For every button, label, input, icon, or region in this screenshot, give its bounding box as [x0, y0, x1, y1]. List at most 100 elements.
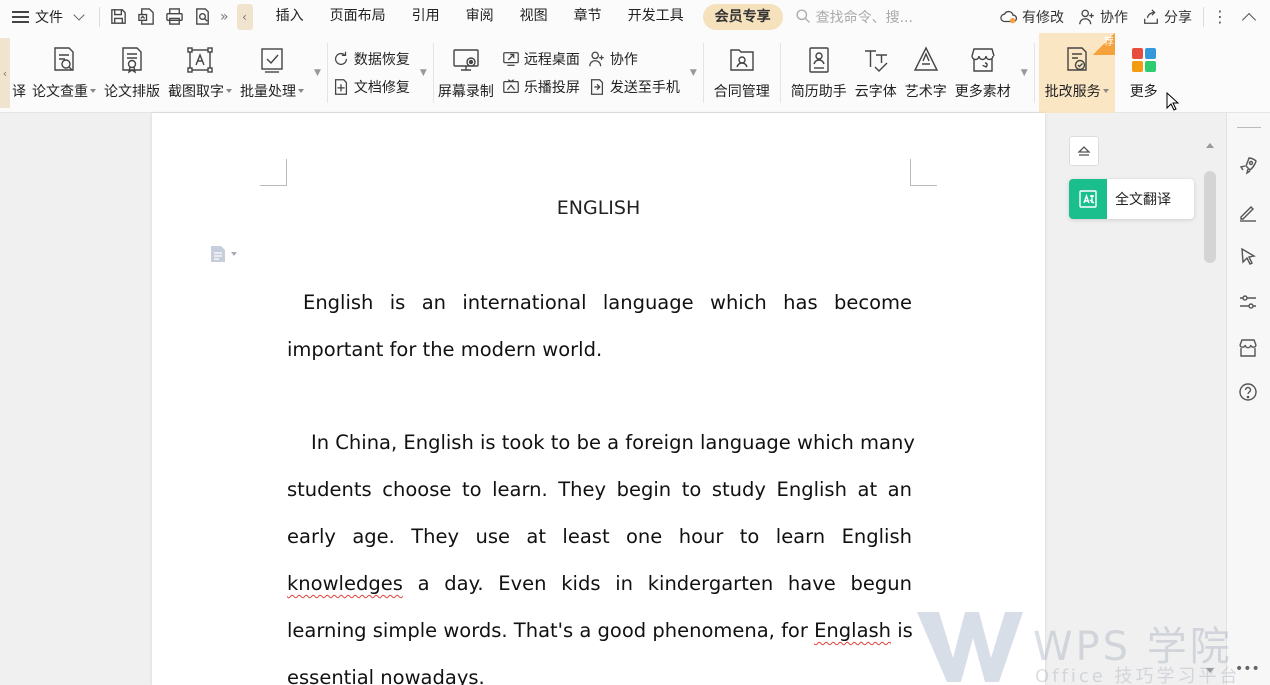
- print-icon[interactable]: [160, 3, 188, 31]
- help-icon[interactable]: [1237, 381, 1259, 403]
- file-menu[interactable]: 文件: [0, 0, 95, 33]
- group-expand-icon[interactable]: ▼: [690, 68, 697, 78]
- vertical-scrollbar[interactable]: [1201, 113, 1221, 685]
- paragraph-2[interactable]: In China, English is took to be a foreig…: [287, 419, 915, 685]
- pointer-icon[interactable]: [1237, 246, 1259, 268]
- screen-record-button[interactable]: 屏幕录制: [434, 33, 498, 113]
- send-phone-label: 发送至手机: [609, 80, 680, 96]
- paragraph-1-line-1: English is an international language whi…: [303, 291, 912, 314]
- resume-button[interactable]: 简历助手: [781, 33, 851, 113]
- more-apps-button[interactable]: 更多: [1115, 33, 1159, 113]
- dropdown-arrow-icon: [231, 252, 237, 256]
- share-button[interactable]: 分享: [1135, 7, 1199, 27]
- tab-insert[interactable]: 插入: [263, 0, 317, 33]
- collapse-ribbon-icon[interactable]: [1241, 12, 1257, 27]
- art-text-label: 艺术字: [904, 84, 947, 100]
- wps-logo-icon: [917, 612, 1023, 682]
- scroll-up-arrow[interactable]: [1206, 143, 1214, 148]
- group-expand-icon[interactable]: ▼: [1021, 68, 1028, 78]
- cast-icon: [503, 79, 519, 94]
- document-title[interactable]: ENGLISH: [152, 197, 1045, 219]
- batch-process-button[interactable]: 批量处理: [236, 33, 308, 113]
- modified-label: 有修改: [1022, 9, 1064, 26]
- print-preview-icon[interactable]: [188, 3, 216, 31]
- paragraph-1[interactable]: English is an international language whi…: [287, 279, 912, 373]
- eject-icon: [1077, 146, 1091, 156]
- document-page[interactable]: ENGLISH English is an international lang…: [152, 113, 1045, 685]
- remote-desktop-button[interactable]: 远程桌面: [502, 49, 580, 69]
- paragraph-2-line-3: early age. They use at least one hour to…: [287, 525, 912, 548]
- modified-status-button[interactable]: 有修改: [993, 7, 1071, 27]
- spelling-error-word[interactable]: Englash: [814, 619, 891, 642]
- cast-screen-button[interactable]: 乐播投屏: [502, 77, 580, 97]
- paper-check-button[interactable]: 论文查重: [28, 33, 100, 113]
- ribbon-scroll-left[interactable]: ‹: [0, 38, 10, 108]
- tab-page-layout[interactable]: 页面布局: [317, 0, 399, 33]
- group-expand-icon[interactable]: ▼: [314, 68, 321, 78]
- tab-vip[interactable]: 会员专享: [702, 3, 783, 30]
- tab-section[interactable]: 章节: [561, 0, 615, 33]
- dropdown-arrow-icon: [226, 89, 232, 93]
- more-assets-button[interactable]: 更多素材: [951, 33, 1015, 113]
- scrollbar-thumb[interactable]: [1204, 171, 1216, 263]
- assets-shop-icon[interactable]: [1237, 337, 1259, 359]
- send-phone-icon: [590, 79, 603, 95]
- paragraph-2-line-5-a: learning simple words. That's a good phe…: [287, 619, 815, 642]
- export-pdf-icon[interactable]: [132, 3, 160, 31]
- translate-label: 全文翻译: [1115, 192, 1171, 208]
- document-area[interactable]: ENGLISH English is an international lang…: [0, 113, 1226, 685]
- paragraph-layout-handle[interactable]: [210, 245, 237, 263]
- settings-sliders-icon[interactable]: [1237, 291, 1259, 313]
- user-add-icon: [589, 51, 604, 67]
- paper-layout-icon: [122, 47, 142, 74]
- send-phone-button[interactable]: 发送至手机: [588, 77, 680, 97]
- search-icon: [796, 9, 810, 23]
- group-expand-icon[interactable]: ▼: [420, 68, 427, 78]
- recover-icon: [334, 51, 347, 65]
- collapse-panel-button[interactable]: [1069, 136, 1099, 166]
- pen-icon[interactable]: [1237, 201, 1259, 223]
- margin-marker-top-left: [260, 159, 287, 186]
- tab-review[interactable]: 审阅: [453, 0, 507, 33]
- tab-developer[interactable]: 开发工具: [615, 0, 697, 33]
- collaborate-button[interactable]: 协作: [1071, 7, 1135, 27]
- tab-view[interactable]: 视图: [507, 0, 561, 33]
- paragraph-2-line-6: essential nowadays.: [287, 666, 485, 685]
- command-search[interactable]: 查找命令、搜...: [795, 7, 955, 27]
- art-text-button[interactable]: 艺术字: [901, 33, 951, 113]
- save-icon[interactable]: [104, 3, 132, 31]
- share-label: 分享: [1164, 9, 1192, 26]
- more-quick-actions[interactable]: »: [220, 9, 229, 25]
- contract-button[interactable]: 合同管理: [704, 33, 780, 113]
- ocr-icon: [187, 47, 213, 73]
- correction-service-button[interactable]: 荐 批改服务: [1038, 33, 1115, 113]
- ribbon-collab-button[interactable]: 协作: [588, 49, 680, 69]
- paper-layout-button[interactable]: 论文排版: [100, 33, 164, 113]
- tabs-scroll-left[interactable]: ‹: [236, 3, 253, 30]
- cloud-font-button[interactable]: 云字体: [851, 33, 901, 113]
- paragraph-1-line-2: important for the modern world.: [287, 338, 603, 361]
- ribbon-toolbar: ‹ 译 论文查重 论文排版 截图取字 批量处理 ▼ 数据恢复 文档修复 ▼ 屏幕…: [0, 33, 1270, 113]
- wps-academy-watermark: WPS 学院 Office 技巧学习平台: [915, 608, 1245, 685]
- dropdown-arrow-icon: [1102, 89, 1109, 93]
- spelling-error-word[interactable]: knowledges: [287, 572, 403, 595]
- translate-partial-button[interactable]: 译: [10, 33, 28, 113]
- correction-icon: [1066, 47, 1087, 71]
- rocket-icon[interactable]: [1237, 155, 1259, 177]
- contract-icon: [730, 49, 754, 71]
- paragraph-2-line-5: learning simple words. That's a good phe…: [287, 607, 913, 654]
- screenshot-ocr-button[interactable]: 截图取字: [164, 33, 236, 113]
- data-recover-button[interactable]: 数据恢复: [332, 49, 410, 69]
- dropdown-arrow-icon: [90, 89, 96, 93]
- tab-references[interactable]: 引用: [399, 0, 453, 33]
- batch-process-icon: [261, 48, 283, 73]
- doc-repair-button[interactable]: 文档修复: [332, 77, 410, 97]
- full-text-translate-button[interactable]: 全文翻译: [1069, 179, 1194, 219]
- more-assets-label: 更多素材: [954, 84, 1011, 100]
- recommend-tag-label: 荐: [1103, 37, 1114, 48]
- paper-layout-label: 论文排版: [104, 84, 160, 100]
- mouse-cursor-icon: [1166, 92, 1180, 111]
- share-icon: [1144, 8, 1158, 24]
- menu-bar: 文件 » ‹ 插入 页面布局 引用 审阅 视图 章节 开发工具 会员专享 查找命…: [0, 0, 1270, 33]
- more-options-icon[interactable]: ⋮: [1208, 7, 1232, 26]
